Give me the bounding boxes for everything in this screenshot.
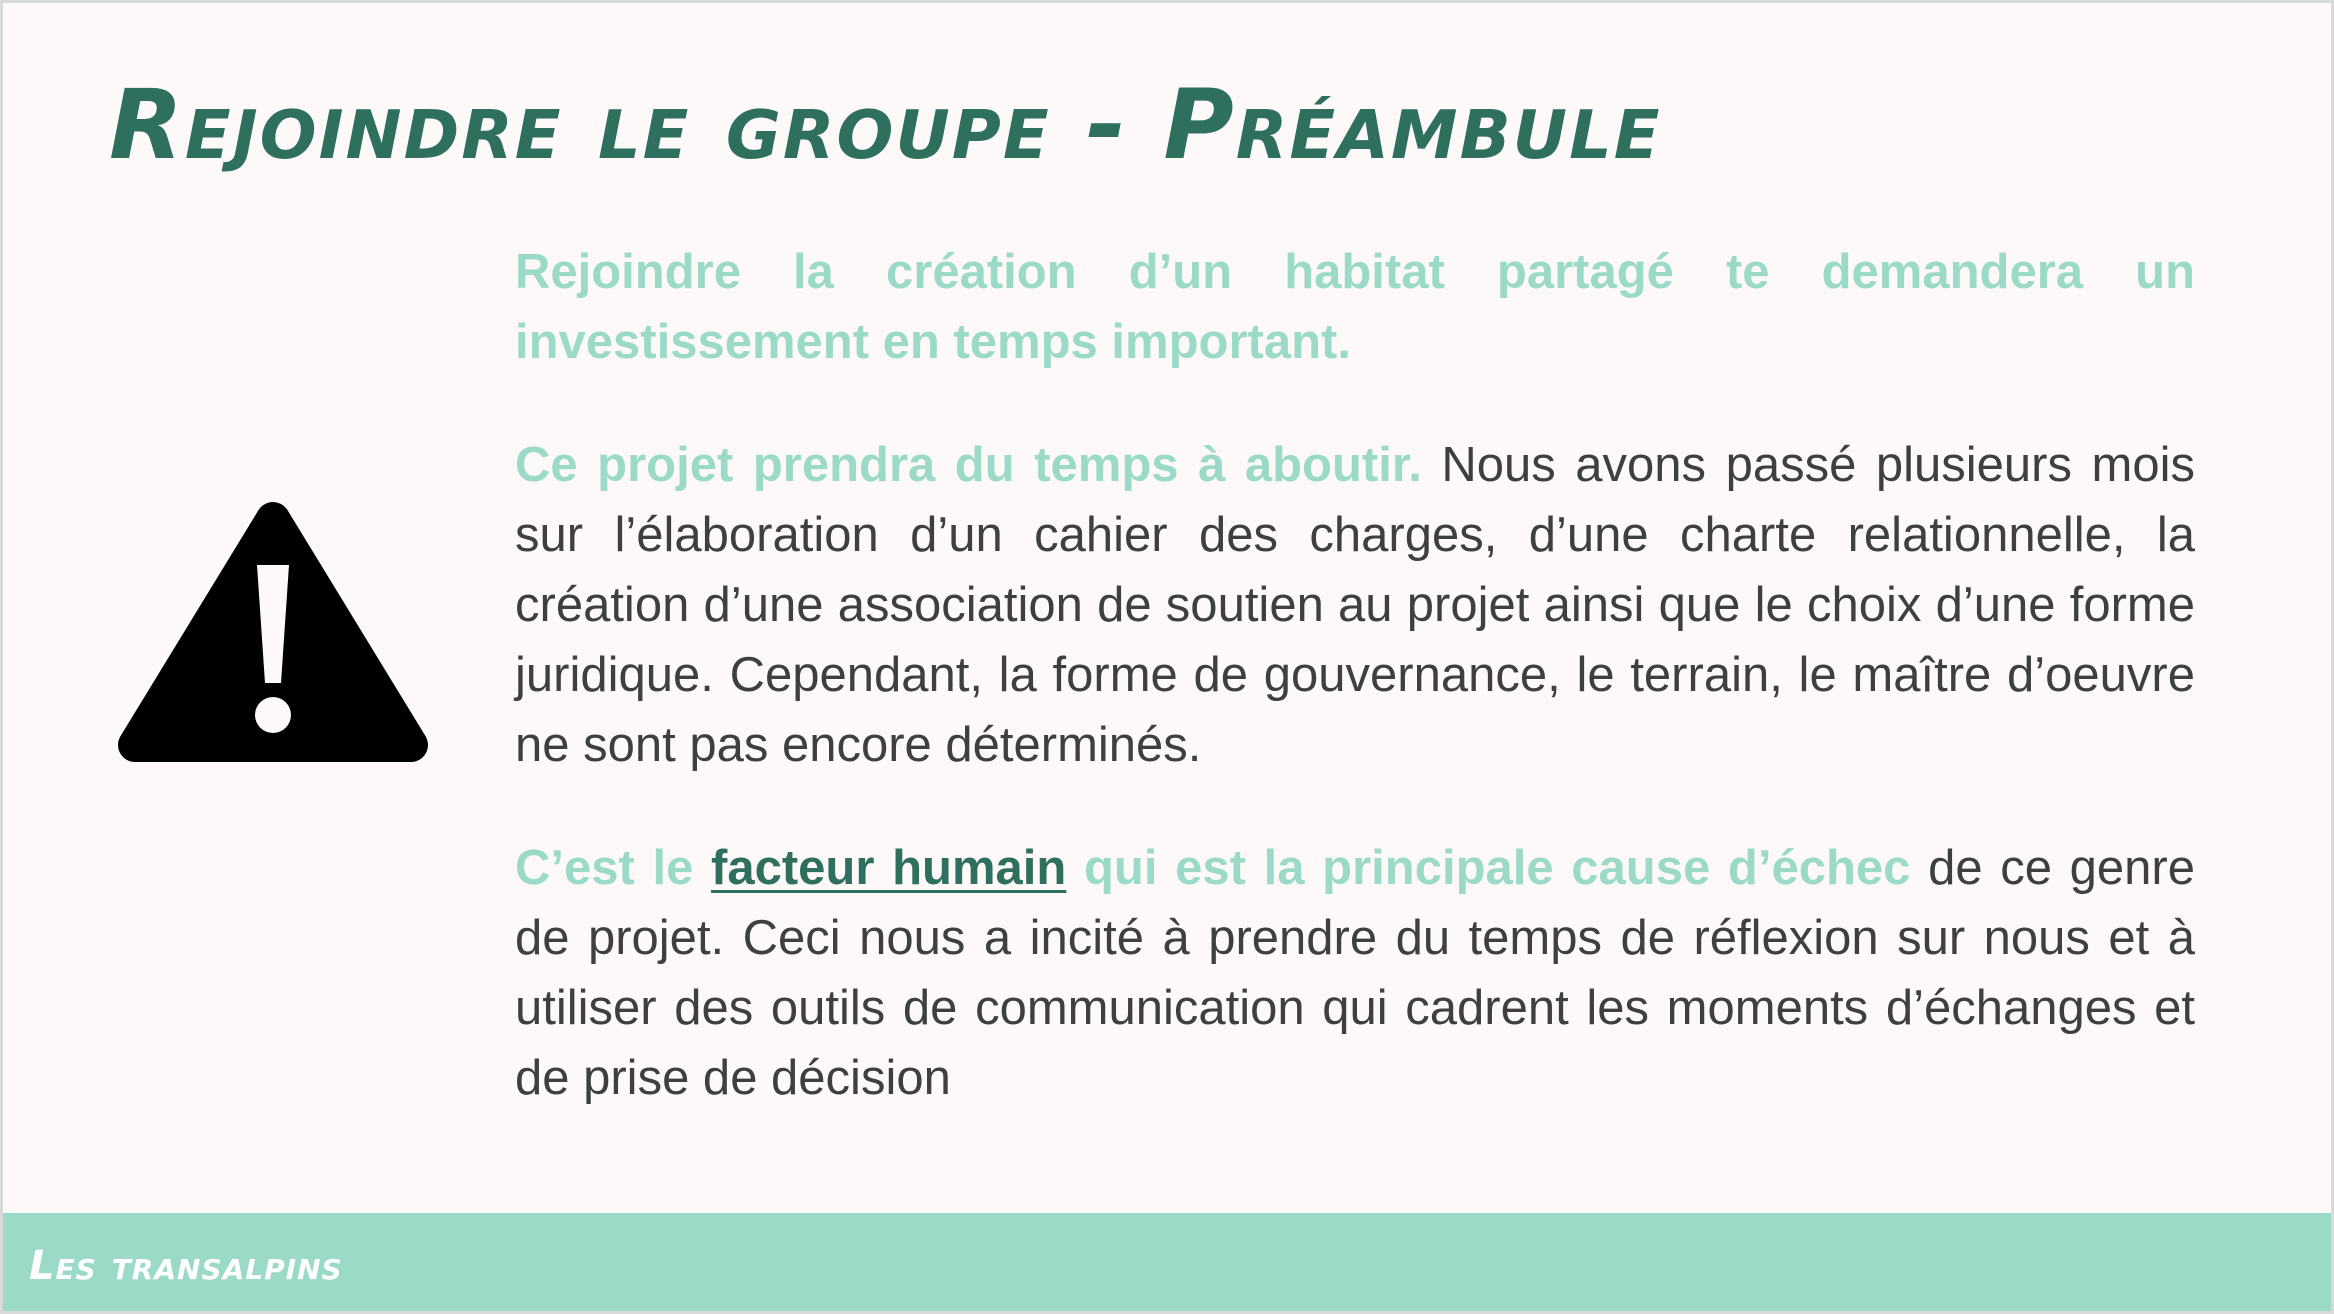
human-factor-link[interactable]: facteur humain [711,841,1066,895]
slide: Rejoindre le groupe - Préambule Rejoindr… [0,0,2334,1314]
human-factor-highlight-start: C’est le [515,841,712,895]
investment-highlight: Rejoindre la création d’un habitat parta… [515,245,2195,369]
paragraph-project-duration: Ce projet prendra du temps à aboutir. No… [515,430,2195,780]
duration-highlight: Ce projet prendra du temps à aboutir. [515,438,1422,492]
paragraph-human-factor: C’est le facteur humain qui est la princ… [515,833,2195,1113]
content-block: Rejoindre la création d’un habitat parta… [515,237,2195,1166]
footer-bar: Les transalpins [3,1213,2331,1311]
human-factor-highlight-end: qui est la principale cause d’échec [1066,841,1911,895]
warning-triangle-icon [118,502,428,762]
footer-label: Les transalpins [29,1243,343,1289]
slide-title: Rejoindre le groupe - Préambule [109,69,1662,181]
paragraph-investment: Rejoindre la création d’un habitat parta… [515,237,2195,377]
